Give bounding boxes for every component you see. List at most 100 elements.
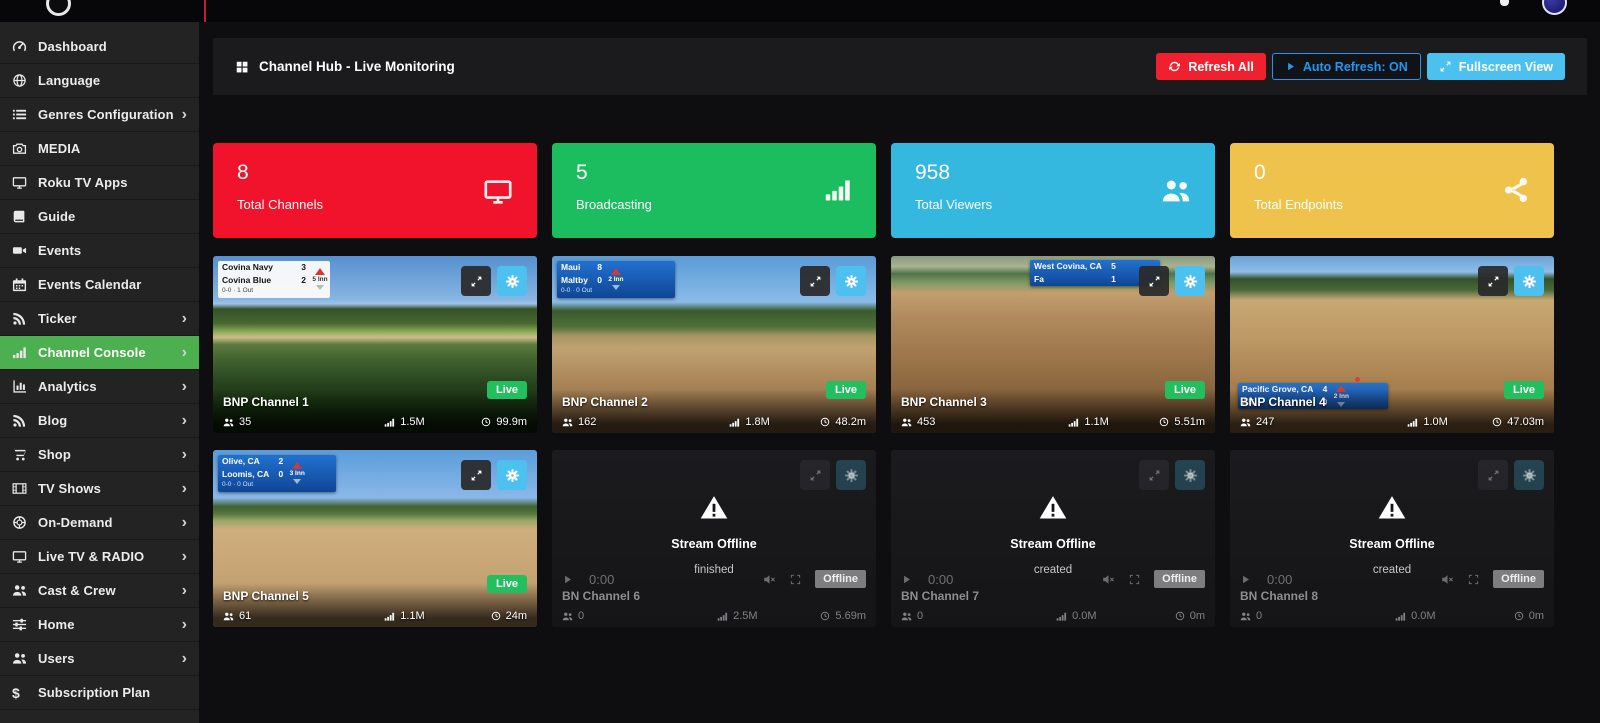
- channel-card: Stream Offline finished 0:00 Offline BN …: [552, 450, 876, 627]
- uptime-value: 48.2m: [835, 416, 866, 428]
- fullscreen-icon[interactable]: [790, 574, 801, 585]
- sidebar-item-shop[interactable]: Shop ›: [0, 438, 199, 472]
- notification-icon[interactable]: [1500, 0, 1509, 6]
- sidebar-item-partial[interactable]: [0, 710, 199, 723]
- refresh-all-button[interactable]: Refresh All: [1156, 53, 1266, 80]
- stat-value: 5: [576, 161, 588, 184]
- channel-settings-button[interactable]: [1175, 266, 1205, 296]
- scoreboard-score: 5: [1111, 261, 1116, 271]
- sidebar-item-channel-console[interactable]: Channel Console ›: [0, 336, 199, 370]
- channel-card: Olive, CA 2 Loomis, CA 0 0-0 · 0 Out 3 Inn…: [213, 450, 537, 627]
- auto-refresh-label: Auto Refresh: ON: [1302, 59, 1408, 74]
- play-icon[interactable]: [901, 574, 912, 585]
- live-badge: Live: [1503, 381, 1544, 399]
- sidebar-item-tv-shows[interactable]: TV Shows ›: [0, 472, 199, 506]
- channel-card: Maui 8 Maltby 0 0-0 · 0 Out 2 Inn Live BNP…: [552, 256, 876, 433]
- sidebar-item-label: Blog: [38, 413, 68, 428]
- sidebar-item-dashboard[interactable]: Dashboard: [0, 30, 199, 64]
- signal-bars-icon: [12, 345, 38, 360]
- sidebar-item-blog[interactable]: Blog ›: [0, 404, 199, 438]
- viewer-count: 247: [1256, 416, 1275, 428]
- warning-icon: [891, 494, 1215, 522]
- sidebar-item-genres-configuration[interactable]: Genres Configuration ›: [0, 98, 199, 132]
- expand-channel-button[interactable]: [1478, 266, 1508, 296]
- scoreboard-team: Fa: [1034, 274, 1044, 285]
- bitrate-icon: [384, 611, 395, 622]
- expand-channel-button[interactable]: [1478, 460, 1508, 490]
- signal-bars-icon: [824, 176, 852, 204]
- channel-settings-button[interactable]: [836, 460, 866, 490]
- chevron-right-icon: ›: [181, 343, 187, 361]
- fullscreen-icon[interactable]: [1129, 574, 1140, 585]
- channel-settings-button[interactable]: [1514, 266, 1544, 296]
- clock-icon: [491, 611, 501, 621]
- live-badge: Live: [1164, 381, 1205, 399]
- stat-label: Broadcasting: [576, 197, 652, 212]
- uptime-value: 0m: [1189, 610, 1205, 622]
- channel-settings-button[interactable]: [497, 266, 527, 296]
- sidebar-item-cast-crew[interactable]: Cast & Crew ›: [0, 574, 199, 608]
- sidebar-item-live-tv-radio[interactable]: Live TV & RADIO ›: [0, 540, 199, 574]
- user-avatar[interactable]: [1542, 0, 1567, 15]
- bar-chart-icon: [12, 379, 38, 394]
- expand-channel-button[interactable]: [1139, 266, 1169, 296]
- sidebar-item-events-calendar[interactable]: Events Calendar: [0, 268, 199, 302]
- scoreboard-inning: 5 Inn: [312, 276, 328, 284]
- fullscreen-icon[interactable]: [1468, 574, 1479, 585]
- channel-settings-button[interactable]: [1175, 460, 1205, 490]
- stat-value: 0: [1254, 161, 1266, 184]
- expand-channel-button[interactable]: [800, 266, 830, 296]
- chevron-right-icon: ›: [181, 581, 187, 599]
- scoreboard-team: Covina Navy: [222, 262, 274, 272]
- sidebar-item-events[interactable]: Events: [0, 234, 199, 268]
- sidebar-item-ticker[interactable]: Ticker ›: [0, 302, 199, 336]
- muted-icon[interactable]: [1441, 573, 1454, 586]
- auto-refresh-toggle[interactable]: Auto Refresh: ON: [1271, 53, 1421, 80]
- sidebar-item-home[interactable]: Home ›: [0, 608, 199, 642]
- sidebar-item-guide[interactable]: Guide: [0, 200, 199, 234]
- channel-name: BNP Channel 3: [901, 395, 987, 409]
- scoreboard-overlay: Olive, CA 2 Loomis, CA 0 0-0 · 0 Out 3 Inn: [218, 455, 336, 492]
- expand-channel-button[interactable]: [461, 460, 491, 490]
- channel-settings-button[interactable]: [1514, 460, 1544, 490]
- stat-total-channels: 8 Total Channels: [213, 143, 537, 238]
- sidebar-item-analytics[interactable]: Analytics ›: [0, 370, 199, 404]
- sidebar-item-on-demand[interactable]: On-Demand ›: [0, 506, 199, 540]
- uptime-value: 24m: [505, 610, 527, 622]
- viewer-count: 35: [239, 416, 252, 428]
- scoreboard-count: 0-0 · 0 Out: [561, 287, 593, 295]
- expand-channel-button[interactable]: [1139, 460, 1169, 490]
- viewer-count: 61: [239, 610, 252, 622]
- muted-icon[interactable]: [1102, 573, 1115, 586]
- expand-channel-button[interactable]: [461, 266, 491, 296]
- fullscreen-view-button[interactable]: Fullscreen View: [1426, 53, 1565, 80]
- sidebar-item-roku-tv-apps[interactable]: Roku TV Apps: [0, 166, 199, 200]
- sidebar-item-language[interactable]: Language: [0, 64, 199, 98]
- dollar-icon: $: [12, 684, 20, 701]
- sidebar-item-subscription-plan[interactable]: $ Subscription Plan: [0, 676, 199, 710]
- channel-settings-button[interactable]: [836, 266, 866, 296]
- inning-up-icon: [610, 268, 621, 276]
- play-icon[interactable]: [1240, 574, 1251, 585]
- bitrate-value: 0.0M: [1411, 610, 1436, 622]
- bitrate-value: 1.8M: [745, 416, 770, 428]
- chevron-right-icon: ›: [181, 615, 187, 633]
- expand-channel-button[interactable]: [800, 460, 830, 490]
- chevron-right-icon: ›: [181, 377, 187, 395]
- play-icon[interactable]: [562, 574, 573, 585]
- fullscreen-view-label: Fullscreen View: [1458, 59, 1553, 74]
- channel-settings-button[interactable]: [497, 460, 527, 490]
- bitrate-icon: [384, 417, 395, 428]
- muted-icon[interactable]: [763, 573, 776, 586]
- uptime-value: 47.03m: [1507, 416, 1544, 428]
- sidebar-item-media[interactable]: MEDIA: [0, 132, 199, 166]
- player-time: 0:00: [589, 571, 615, 587]
- sidebar-item-users[interactable]: Users ›: [0, 642, 199, 676]
- sidebar-item-label: Events: [38, 243, 82, 258]
- monitor-icon: [483, 176, 513, 206]
- stat-label: Total Endpoints: [1254, 197, 1343, 212]
- calendar-icon: [12, 277, 38, 292]
- sidebar: Dashboard Language Genres Configuration ›…: [0, 22, 199, 723]
- stat-label: Total Viewers: [915, 197, 993, 212]
- channel-name: BNP Channel 1: [223, 395, 309, 409]
